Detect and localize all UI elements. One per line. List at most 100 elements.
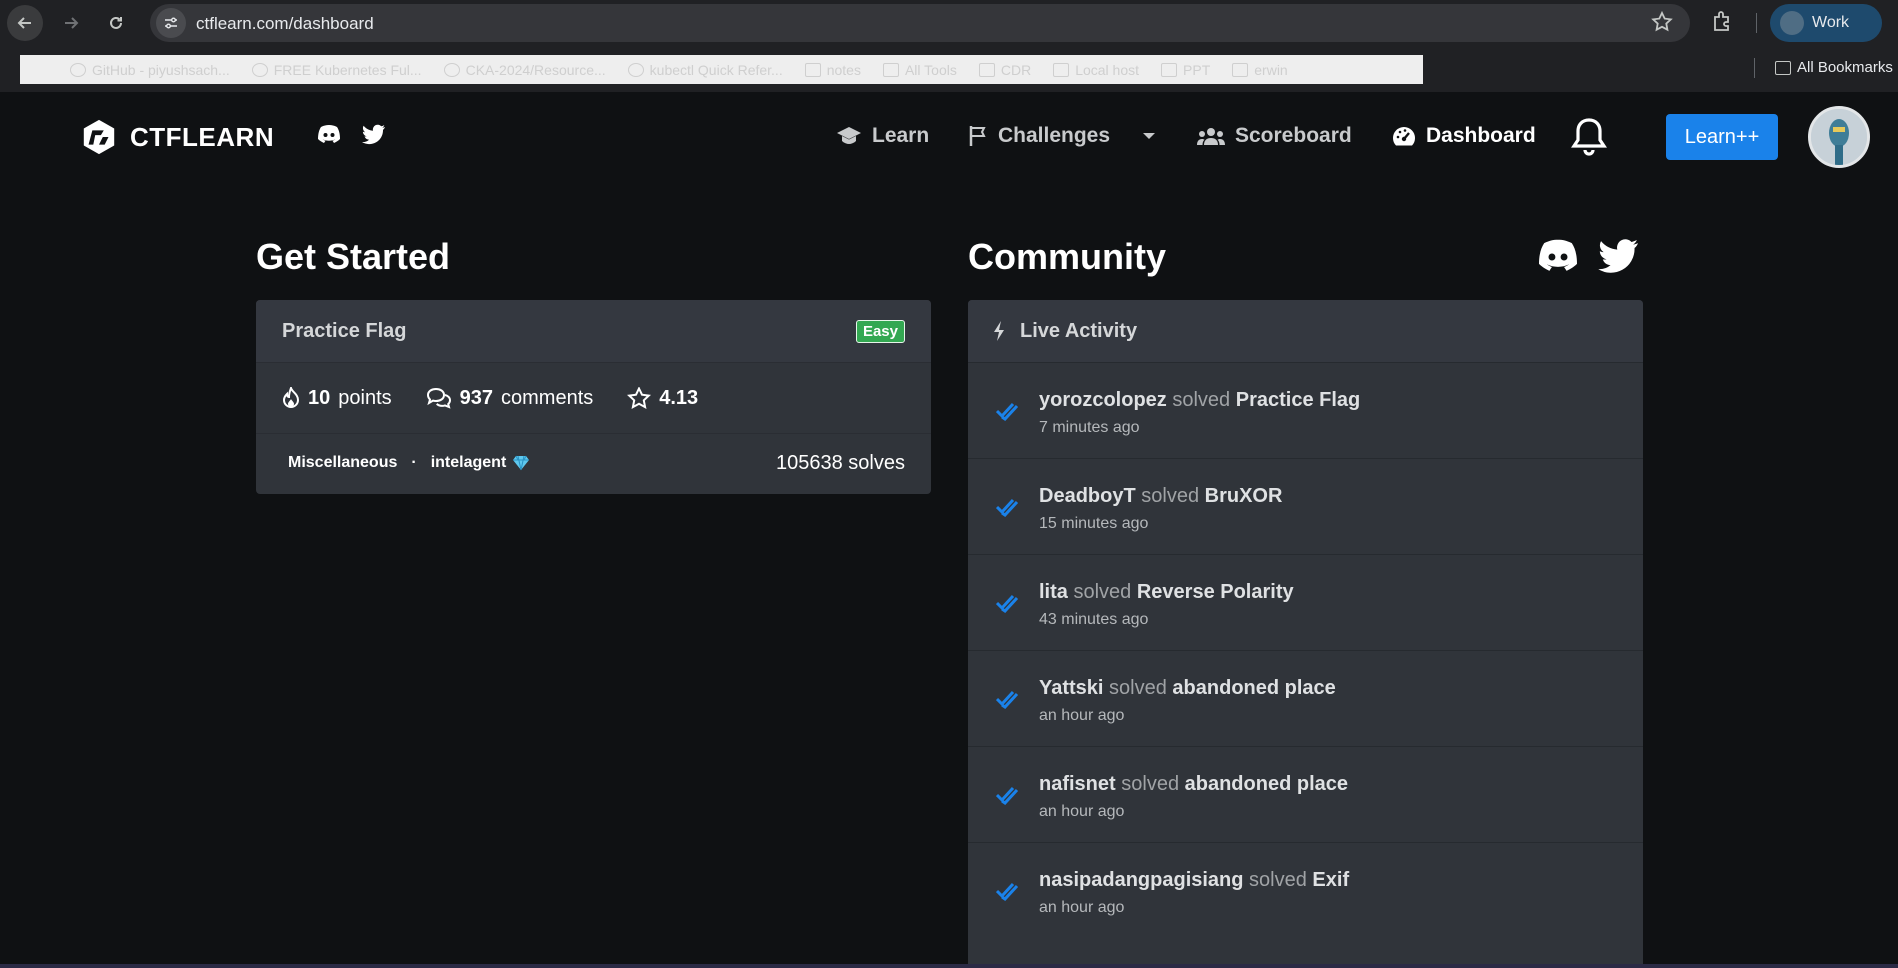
activity-challenge[interactable]: BruXOR	[1205, 485, 1283, 507]
reload-button[interactable]	[98, 5, 134, 41]
bookmark-item[interactable]: erwin	[1232, 62, 1288, 78]
bookmark-item[interactable]: All Tools	[882, 62, 957, 78]
bookmark-item[interactable]: CKA-2024/Resource...	[443, 61, 606, 78]
bookmark-label: Local host	[1075, 61, 1140, 78]
activity-user[interactable]: nafisnet	[1039, 773, 1116, 795]
bookmark-label: kubectl Quick Refer...	[649, 61, 783, 78]
youtube-icon	[251, 62, 268, 77]
twitter-icon[interactable]	[1598, 238, 1640, 276]
comments-label: comments	[501, 386, 594, 409]
folder-icon	[1232, 62, 1249, 77]
double-check-icon	[996, 690, 1018, 709]
activity-challenge[interactable]: Reverse Polarity	[1137, 581, 1294, 603]
bookmark-item[interactable]: notes	[804, 61, 861, 78]
activity-row: yorozcolopez solved Practice Flag 7 minut…	[968, 362, 1643, 458]
activity-challenge[interactable]: abandoned place	[1185, 773, 1348, 795]
nav-learn-label: Learn	[872, 124, 930, 147]
activity-row: nafisnet solved abandoned place an hour a…	[968, 746, 1643, 842]
challenge-name[interactable]: Practice Flag	[282, 320, 407, 343]
activity-challenge[interactable]: Practice Flag	[1236, 389, 1361, 411]
avatar-image	[1811, 109, 1867, 165]
profile-button[interactable]: Work	[1770, 4, 1882, 42]
profile-label: Work	[1812, 14, 1850, 31]
activity-time: 43 minutes ago	[1039, 611, 1149, 628]
challenge-category[interactable]: Miscellaneous	[288, 454, 397, 472]
activity-time: an hour ago	[1039, 803, 1125, 820]
nav-dashboard[interactable]: Dashboard	[1392, 124, 1536, 148]
twitter-icon[interactable]	[362, 124, 386, 146]
users-icon	[1197, 128, 1225, 145]
bookmark-item[interactable]: FREE Kubernetes Ful...	[251, 61, 422, 78]
github-icon	[443, 62, 460, 77]
bookmark-item[interactable]: kubectl Quick Refer...	[627, 61, 783, 78]
activity-text: lita solved Reverse Polarity	[1039, 581, 1294, 604]
bookmark-label: FREE Kubernetes Ful...	[273, 61, 422, 78]
extensions-icon[interactable]	[1710, 8, 1736, 39]
activity-user[interactable]: lita	[1039, 581, 1068, 603]
bookmark-label: CKA-2024/Resource...	[465, 61, 606, 78]
fire-icon	[282, 387, 300, 408]
bookmark-item[interactable]: PPT	[1161, 62, 1210, 78]
activity-user[interactable]: DeadboyT	[1039, 485, 1136, 507]
discord-icon[interactable]	[1534, 238, 1582, 276]
rating-value: 4.13	[659, 386, 699, 409]
points-value: 10	[308, 386, 331, 409]
get-started-heading: Get Started	[256, 236, 451, 277]
folder-icon	[1161, 62, 1178, 77]
activity-time: an hour ago	[1039, 707, 1125, 724]
discord-icon[interactable]	[316, 124, 342, 146]
bolt-icon	[994, 321, 1004, 341]
site-info-icon[interactable]	[156, 8, 186, 38]
bookmark-item[interactable]: CDR	[978, 62, 1031, 78]
activity-user[interactable]: Yattski	[1039, 677, 1103, 699]
community-heading: Community	[968, 236, 1166, 277]
bookmark-item[interactable]: GitHub - piyushsach...	[70, 62, 230, 78]
arrow-right-icon	[65, 17, 79, 29]
challenge-author[interactable]: intelagent	[431, 454, 507, 472]
nav-challenges-label: Challenges	[998, 124, 1111, 147]
points-label: points	[338, 386, 392, 409]
activity-user[interactable]: yorozcolopez	[1039, 389, 1167, 411]
all-bookmarks-label: All Bookmarks	[1797, 59, 1893, 76]
activity-row: DeadboyT solved BruXOR 15 minutes ago	[968, 458, 1643, 554]
activity-user[interactable]: nasipadangpagisiang	[1039, 869, 1243, 891]
user-avatar[interactable]	[1808, 106, 1870, 168]
comments-stat[interactable]: 937 comments	[426, 386, 594, 410]
comments-value: 937	[459, 386, 493, 409]
nav-learn[interactable]: Learn	[836, 124, 929, 148]
activity-challenge[interactable]: Exif	[1312, 869, 1349, 891]
live-activity-label: Live Activity	[1020, 319, 1138, 342]
challenge-card[interactable]: Practice Flag Easy 10 points 937 comment…	[256, 300, 931, 494]
bell-icon[interactable]	[1570, 116, 1608, 158]
bookmark-item[interactable]: Local host	[1053, 62, 1139, 78]
ctflearn-logo[interactable]: CTFLEARN	[80, 118, 274, 156]
activity-verb: solved	[1172, 389, 1231, 411]
caret-down-icon[interactable]	[1142, 131, 1156, 141]
toolbar-divider	[1756, 13, 1757, 33]
nav-dashboard-label: Dashboard	[1426, 124, 1536, 147]
bookmarks-bar: GitHub - piyushsach... FREE Kubernetes Fu…	[0, 46, 1898, 92]
forward-button[interactable]	[53, 5, 89, 41]
address-bar[interactable]: ctflearn.com/dashboard	[150, 4, 1690, 42]
activity-time: an hour ago	[1039, 899, 1125, 916]
dashboard-gauge-icon	[1393, 127, 1415, 146]
bookmark-star-icon[interactable]	[1650, 10, 1674, 39]
learn-plus-plus-button[interactable]: Learn++	[1666, 114, 1778, 160]
bookmark-label: GitHub - piyushsach...	[92, 61, 230, 78]
nav-scoreboard[interactable]: Scoreboard	[1197, 124, 1352, 148]
activity-challenge[interactable]: abandoned place	[1172, 677, 1335, 699]
back-button[interactable]	[7, 5, 43, 41]
activity-row: nasipadangpagisiang solved Exif an hour a…	[968, 842, 1643, 938]
github-icon	[70, 62, 86, 77]
bookmark-label: notes	[826, 61, 861, 78]
window-bottom-edge	[0, 964, 1898, 968]
activity-row: lita solved Reverse Polarity 43 minutes a…	[968, 554, 1643, 650]
site-navbar: CTFLEARN Learn Challenges Scoreboard Das…	[0, 92, 1898, 182]
reload-icon	[110, 16, 122, 29]
bookmark-label: PPT	[1183, 61, 1211, 78]
double-check-icon	[996, 786, 1018, 805]
nav-challenges[interactable]: Challenges	[968, 124, 1156, 148]
folder-icon	[1775, 60, 1791, 75]
all-bookmarks-button[interactable]: All Bookmarks	[1775, 59, 1893, 76]
footer-separator: ·	[411, 454, 417, 471]
